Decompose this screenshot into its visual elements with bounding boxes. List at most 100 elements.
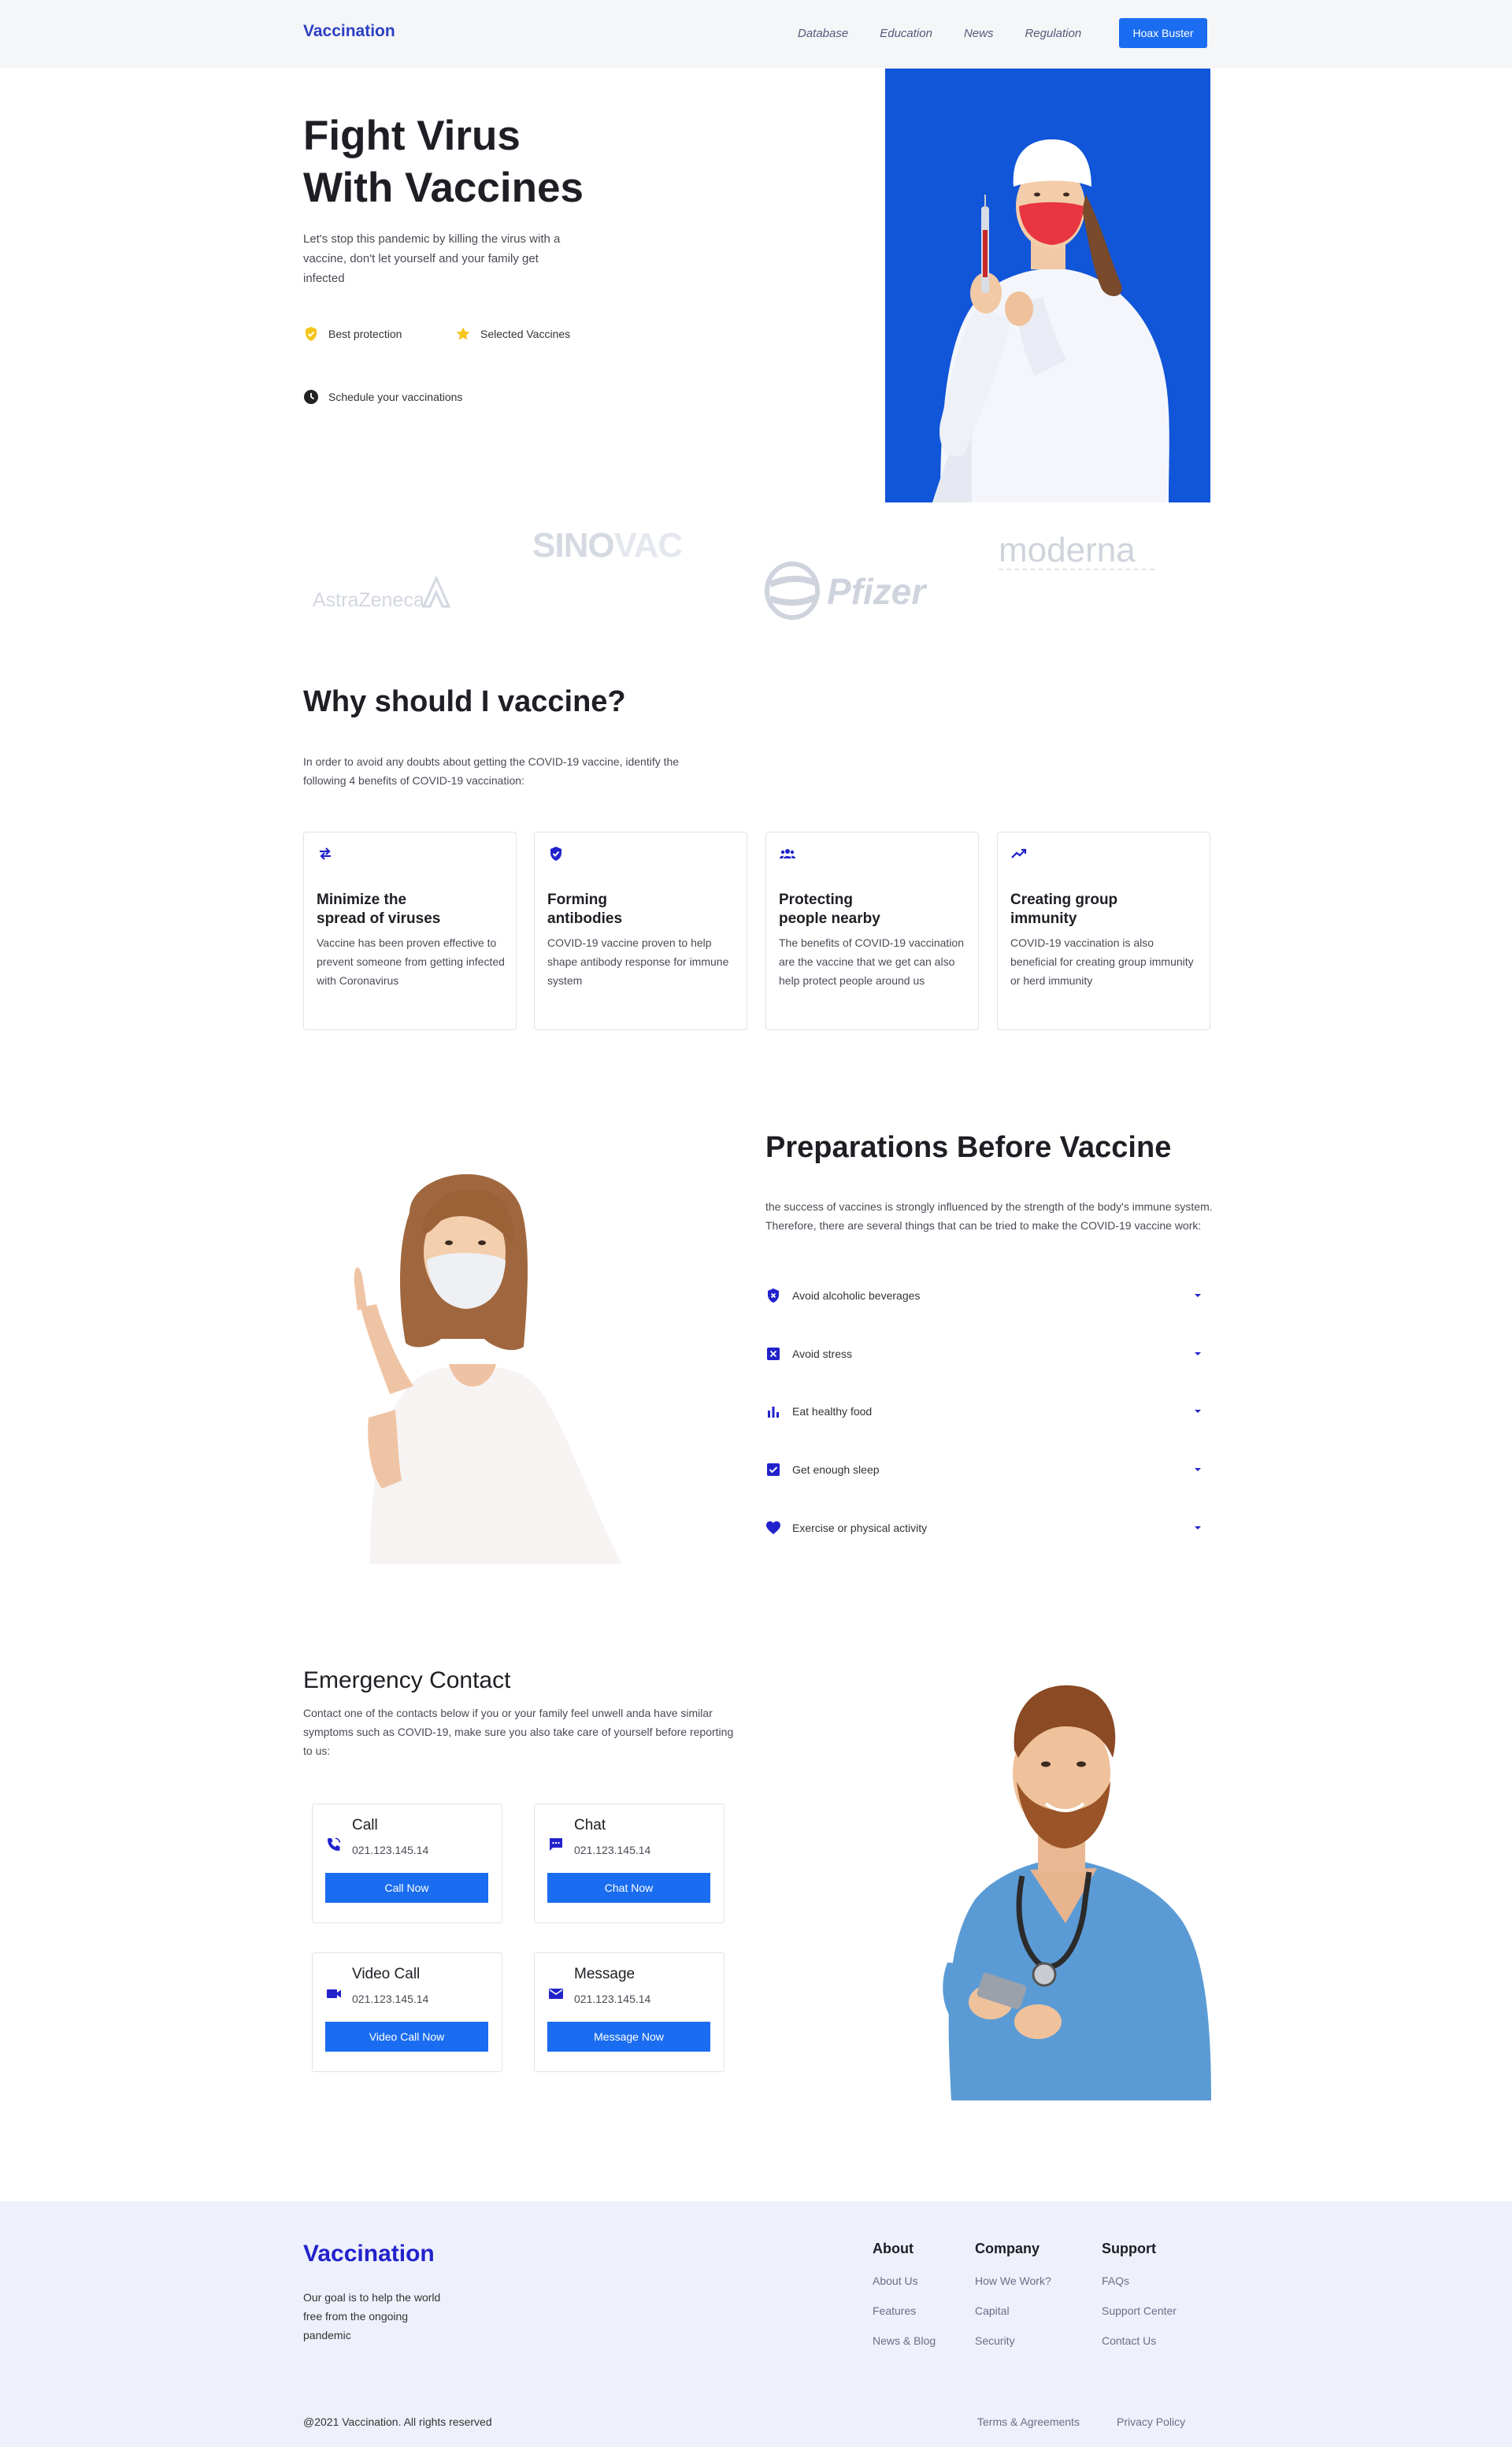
video-icon — [327, 1989, 341, 1998]
nav-links: Database Education News Regulation — [798, 27, 1081, 40]
footer-brand[interactable]: Vaccination — [303, 2241, 435, 2267]
feature-best-protection: Best protection — [303, 326, 402, 342]
pfizer-symbol-icon — [765, 562, 820, 620]
brand-logo[interactable]: Vaccination — [303, 22, 395, 41]
hoax-buster-button[interactable]: Hoax Buster — [1119, 18, 1207, 48]
accordion-item-food[interactable]: Eat healthy food — [765, 1400, 1203, 1423]
nav-link-regulation[interactable]: Regulation — [1025, 27, 1081, 40]
footer-link-contact-us[interactable]: Contact Us — [1102, 2334, 1177, 2347]
footer-link-security[interactable]: Security — [975, 2334, 1051, 2347]
people-icon — [780, 849, 795, 858]
message-now-button[interactable]: Message Now — [547, 2022, 710, 2052]
arrows-exchange-icon — [320, 847, 331, 860]
trending-up-icon — [1011, 848, 1027, 858]
privacy-link[interactable]: Privacy Policy — [1117, 2415, 1185, 2428]
contact-number: 021.123.145.14 — [352, 1993, 429, 2005]
video-call-now-button[interactable]: Video Call Now — [325, 2022, 488, 2052]
benefit-description: COVID-19 vaccination is also beneficial … — [1010, 936, 1194, 987]
contact-card-video-call: Video Call 021.123.145.14 Video Call Now — [312, 1952, 502, 2072]
chevron-down-icon[interactable] — [1192, 1522, 1203, 1533]
shield-x-icon — [768, 1288, 779, 1303]
footer-link-features[interactable]: Features — [873, 2304, 936, 2317]
copyright-text: @2021 Vaccination. All rights reserved — [303, 2415, 492, 2428]
astrazeneca-logo: AstraZeneca — [313, 589, 424, 612]
shield-check-icon — [306, 327, 317, 341]
contact-name: Message — [574, 1966, 636, 1982]
feature-schedule: Schedule your vaccinations — [303, 389, 462, 405]
call-now-button[interactable]: Call Now — [325, 1873, 488, 1903]
terms-link[interactable]: Terms & Agreements — [977, 2415, 1080, 2428]
hero-description: Let's stop this pandemic by killing the … — [303, 232, 561, 285]
footer-link-support-center[interactable]: Support Center — [1102, 2304, 1177, 2317]
check-box-icon — [767, 1463, 780, 1476]
clock-icon — [304, 390, 318, 404]
accordion-item-exercise[interactable]: Exercise or physical activity — [765, 1516, 1203, 1540]
benefit-title: Minimize the spread of viruses — [317, 891, 474, 929]
contact-number: 021.123.145.14 — [574, 1993, 651, 2005]
footer: Vaccination Our goal is to help the worl… — [0, 2201, 1512, 2447]
contact-number: 021.123.145.14 — [574, 1844, 651, 1856]
contact-card-call: Call 021.123.145.14 Call Now — [312, 1804, 502, 1923]
accordion-item-alcohol[interactable]: Avoid alcoholic beverages — [765, 1284, 1203, 1307]
hero-title: Fight Virus With Vaccines — [303, 110, 658, 214]
star-icon — [456, 327, 470, 340]
feature-label: Selected Vaccines — [480, 328, 571, 340]
benefit-card: Forming antibodies COVID-19 vaccine prov… — [534, 832, 747, 1030]
footer-link-capital[interactable]: Capital — [975, 2304, 1051, 2317]
benefit-title-line2: spread of viruses — [317, 910, 441, 927]
footer-column-support: Support FAQs Support Center Contact Us — [1102, 2241, 1177, 2364]
feature-label: Schedule your vaccinations — [328, 391, 463, 403]
why-description: In order to avoid any doubts about getti… — [303, 755, 680, 787]
accordion-label: Eat healthy food — [792, 1405, 873, 1418]
benefit-description: COVID-19 vaccine proven to help shape an… — [547, 936, 729, 987]
contact-name: Call — [352, 1817, 378, 1833]
accordion-label: Avoid stress — [792, 1348, 852, 1360]
shield-icon — [550, 847, 561, 861]
benefit-title-line2: immunity — [1010, 910, 1077, 927]
footer-column-heading: Support — [1102, 2241, 1156, 2256]
nav-link-news[interactable]: News — [964, 27, 994, 40]
footer-link-news-blog[interactable]: News & Blog — [873, 2334, 936, 2347]
benefit-description: Vaccine has been proven effective to pre… — [317, 936, 505, 987]
benefit-title-line1: Creating group — [1010, 892, 1118, 908]
astrazeneca-logo-text: AstraZeneca — [313, 589, 424, 611]
chat-now-button[interactable]: Chat Now — [547, 1873, 710, 1903]
benefit-title-line2: people nearby — [779, 910, 880, 927]
footer-link-how-we-work[interactable]: How We Work? — [975, 2275, 1051, 2287]
masked-woman-image — [323, 1158, 638, 1564]
benefit-title-line1: Minimize the — [317, 892, 407, 908]
accordion-item-stress[interactable]: Avoid stress — [765, 1342, 1203, 1366]
chevron-down-icon[interactable] — [1192, 1464, 1203, 1475]
accordion-label: Avoid alcoholic beverages — [792, 1289, 921, 1302]
sinovac-logo-part2: VAC — [613, 526, 684, 565]
prep-description: the success of vaccines is strongly infl… — [765, 1200, 1213, 1232]
accordion-item-sleep[interactable]: Get enough sleep — [765, 1458, 1203, 1481]
chevron-down-icon[interactable] — [1192, 1406, 1203, 1417]
bar-chart-icon — [768, 1407, 779, 1418]
moderna-underline — [999, 569, 1154, 570]
nav-link-education[interactable]: Education — [880, 27, 932, 40]
benefit-title: Creating group immunity — [1010, 891, 1168, 929]
contact-name: Chat — [574, 1817, 606, 1833]
footer-link-about-us[interactable]: About Us — [873, 2275, 936, 2287]
benefit-card: Protecting people nearby The benefits of… — [765, 832, 979, 1030]
pfizer-logo: Pfizer — [827, 571, 926, 612]
nav-link-database[interactable]: Database — [798, 27, 848, 40]
mail-icon — [549, 1989, 563, 1999]
chevron-down-icon[interactable] — [1192, 1290, 1203, 1301]
doctor-image — [904, 1663, 1211, 2100]
benefit-title-line1: Protecting — [779, 892, 853, 908]
chevron-down-icon[interactable] — [1192, 1348, 1203, 1359]
benefit-card: Minimize the spread of viruses Vaccine h… — [303, 832, 517, 1030]
hero-nurse-image — [885, 69, 1210, 502]
footer-link-faqs[interactable]: FAQs — [1102, 2275, 1177, 2287]
why-title: Why should I vaccine? — [303, 685, 626, 718]
benefit-description: The benefits of COVID-19 vaccination are… — [779, 936, 965, 987]
close-box-icon — [767, 1348, 780, 1360]
heart-icon — [766, 1521, 780, 1534]
benefit-title: Forming antibodies — [547, 891, 705, 929]
top-navbar: Vaccination Database Education News Regu… — [0, 0, 1512, 68]
benefit-title-line2: antibodies — [547, 910, 623, 927]
prep-title: Preparations Before Vaccine — [765, 1131, 1172, 1164]
moderna-logo: moderna — [999, 531, 1136, 569]
